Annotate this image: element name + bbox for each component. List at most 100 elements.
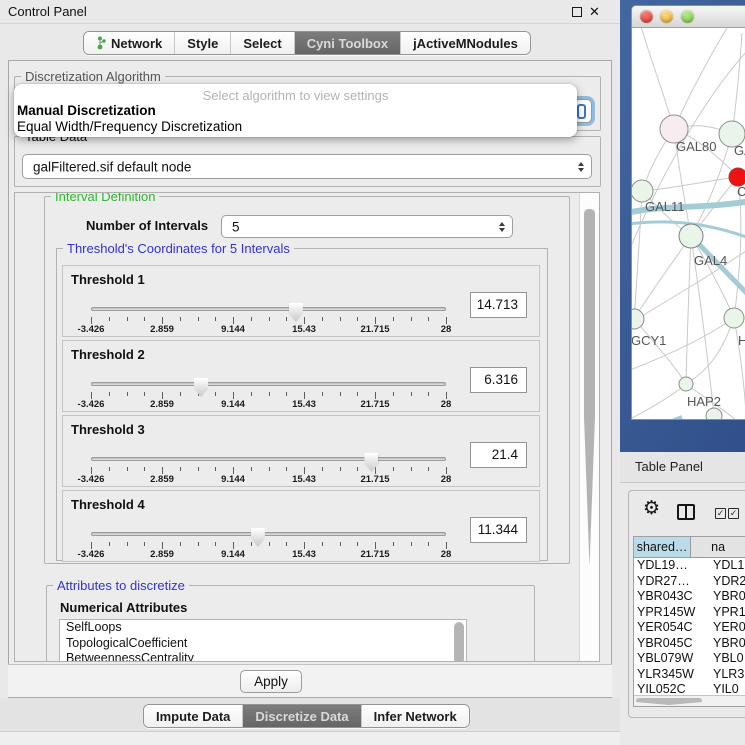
table-cell[interactable]: YPR145W [634, 605, 708, 621]
tab-cyni-toolbox[interactable]: Cyni Toolbox [294, 32, 400, 54]
threshold-value-field[interactable]: 21.4 [470, 442, 527, 468]
list-item[interactable]: BetweennessCentrality [60, 651, 466, 662]
network-edge[interactable] [640, 28, 674, 129]
scrollbar-thumb[interactable] [636, 698, 702, 705]
slider-track[interactable] [91, 532, 446, 536]
table-horizontal-scrollbar[interactable] [634, 695, 745, 706]
table-row[interactable]: YBR045CYBR0 [634, 636, 745, 652]
columns-icon[interactable] [677, 504, 695, 520]
table-cell[interactable]: YBR045C [634, 636, 708, 652]
network-node[interactable] [679, 377, 693, 391]
tab-jactivemnodules[interactable]: jActiveMNodules [400, 32, 530, 54]
network-node[interactable] [706, 408, 722, 420]
table-cell[interactable]: YBR043C [634, 589, 708, 605]
slider-track[interactable] [91, 307, 446, 311]
threshold-value-field[interactable]: 6.316 [470, 367, 527, 393]
network-edge[interactable] [686, 318, 734, 384]
settings-gear-icon[interactable]: ⚙ [643, 499, 660, 518]
tab-discretize-data[interactable]: Discretize Data [242, 705, 360, 727]
table-row[interactable]: YBL079WYBL0 [634, 651, 745, 667]
table-row[interactable]: YDL19…YDL1 [634, 558, 745, 574]
threshold-value-field[interactable]: 14.713 [470, 292, 527, 318]
threshold-box: Threshold 2 -3.4262.8599.14415.4321.7152… [62, 340, 540, 412]
table-data-combobox[interactable]: galFiltered.sif default node [22, 154, 592, 179]
status-strip [0, 731, 620, 745]
table-row[interactable]: YBR043CYBR0 [634, 589, 745, 605]
combobox-value: galFiltered.sif default node [33, 159, 191, 174]
zoom-traffic-light-icon[interactable] [681, 10, 694, 23]
tab-impute-data[interactable]: Impute Data [144, 705, 242, 727]
network-edge[interactable] [642, 177, 738, 191]
network-edge[interactable] [632, 384, 686, 420]
select-all-checkbox-icon[interactable]: ✓ [728, 508, 739, 519]
network-canvas[interactable]: GAL80GACGAL11GAL4GCY1HHAP2 [632, 28, 745, 420]
table-row[interactable]: YDR27…YDR2 [634, 574, 745, 590]
table-header-row: shared… na [634, 537, 745, 558]
column-header-name[interactable]: na [691, 537, 745, 557]
list-item[interactable]: TopologicalCoefficient [60, 636, 466, 652]
screen: Control Panel ✕ Network Style Select Cyn… [0, 0, 745, 745]
close-icon[interactable]: ✕ [589, 4, 600, 20]
numerical-attributes-label: Numerical Attributes [60, 600, 187, 615]
number-of-intervals-label: Number of Intervals [86, 218, 208, 233]
tab-infer-network[interactable]: Infer Network [361, 705, 469, 727]
panel-vertical-scrollbar[interactable] [579, 193, 599, 661]
attributes-to-discretize-group: Attributes to discretize Numerical Attri… [46, 585, 535, 662]
table-cell[interactable]: YPR1 [708, 605, 745, 621]
float-icon[interactable] [572, 7, 582, 17]
network-edge[interactable] [634, 319, 686, 384]
node-label: GA [734, 143, 745, 158]
tab-network[interactable]: Network [84, 32, 174, 54]
table-cell[interactable]: YER0 [708, 620, 745, 636]
table-cell[interactable]: YIL0 [708, 682, 739, 695]
network-node[interactable] [632, 309, 644, 329]
dropdown-option-manual[interactable]: Manual Discretization [17, 103, 156, 118]
tab-select[interactable]: Select [230, 32, 293, 54]
close-traffic-light-icon[interactable] [640, 10, 653, 23]
network-edge[interactable] [686, 236, 691, 384]
table-cell[interactable]: YIL052C [634, 682, 708, 695]
threshold-label: Threshold 1 [71, 272, 145, 287]
tab-label: Select [243, 36, 281, 51]
network-edge[interactable] [634, 236, 691, 319]
table-cell[interactable]: YDR2 [708, 574, 745, 590]
table-row[interactable]: YIL052CYIL0 [634, 682, 745, 695]
table-cell[interactable]: YLR345W [634, 667, 708, 683]
table-cell[interactable]: YBL0 [708, 651, 744, 667]
table-row[interactable]: YER054CYER0 [634, 620, 745, 636]
table-cell[interactable]: YDL1 [708, 558, 744, 574]
table-row[interactable]: YLR345WYLR3 [634, 667, 745, 683]
table-cell[interactable]: YDL19… [634, 558, 708, 574]
network-edge[interactable] [732, 33, 742, 134]
slider-tick-labels: -3.4262.8599.14415.4321.71528 [91, 324, 447, 335]
table-cell[interactable]: YBR0 [708, 636, 745, 652]
dropdown-option-equal-width[interactable]: Equal Width/Frequency Discretization [17, 119, 242, 134]
table-cell[interactable]: YBL079W [634, 651, 708, 667]
tab-style[interactable]: Style [174, 32, 230, 54]
list-item[interactable]: SelfLoops [60, 620, 466, 636]
column-header-shared[interactable]: shared… [634, 537, 691, 557]
threshold-value-field[interactable]: 11.344 [470, 517, 527, 543]
apply-button[interactable]: Apply [240, 670, 302, 693]
slider-tick-labels: -3.4262.8599.14415.4321.71528 [91, 474, 447, 485]
table-cell[interactable]: YLR3 [708, 667, 744, 683]
number-of-intervals-combobox[interactable]: 5 [221, 215, 513, 238]
table-cell[interactable]: YDR27… [634, 574, 708, 590]
table-cell[interactable]: YER054C [634, 620, 708, 636]
network-view-window[interactable]: GAL80GACGAL11GAL4GCY1HHAP2 [631, 5, 745, 420]
table-row[interactable]: YPR145WYPR1 [634, 605, 745, 621]
numerical-attributes-list[interactable]: SelfLoopsTopologicalCoefficientBetweenne… [59, 619, 467, 662]
list-scrollbar-thumb[interactable] [454, 622, 464, 662]
table-panel-titlebar: Table Panel [620, 452, 745, 483]
tab-label: Discretize Data [255, 709, 348, 724]
node-label: GAL11 [645, 199, 685, 214]
table-cell[interactable]: YBR0 [708, 589, 745, 605]
network-node[interactable] [724, 308, 744, 328]
slider-track[interactable] [91, 382, 446, 386]
minimize-traffic-light-icon[interactable] [660, 10, 673, 23]
network-edge-highlighted[interactable] [632, 417, 682, 420]
network-node[interactable] [679, 224, 703, 248]
slider-track[interactable] [91, 457, 446, 461]
scrollbar-thumb[interactable] [584, 209, 595, 567]
select-all-checkbox-icon[interactable]: ✓ [715, 508, 726, 519]
